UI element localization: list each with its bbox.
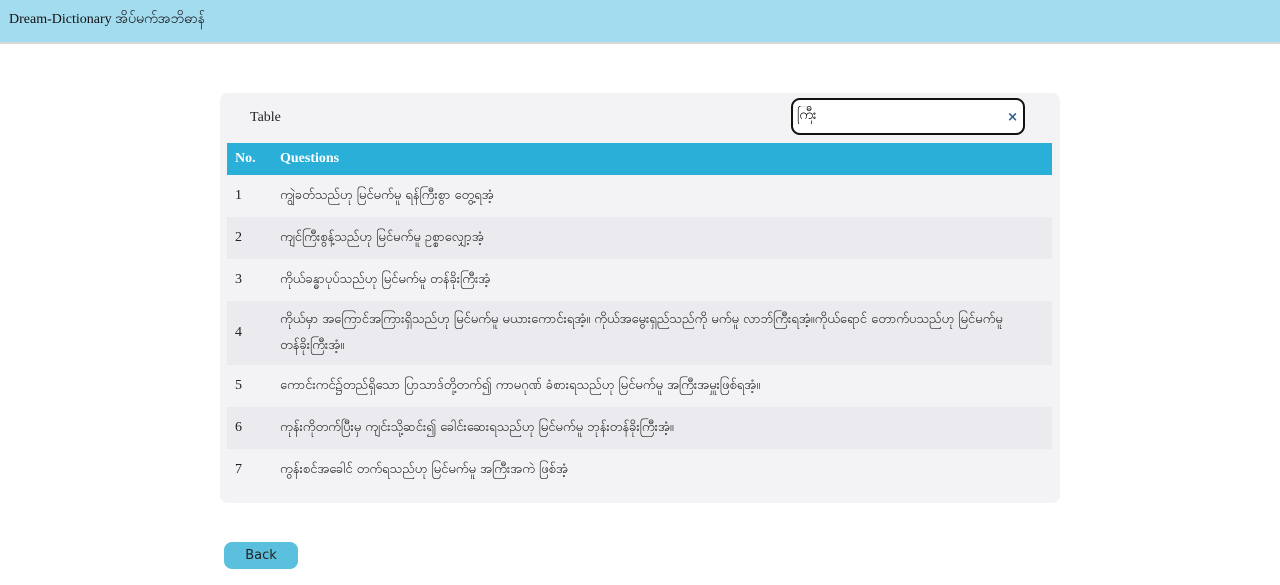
row-number: 5	[235, 378, 242, 393]
row-number: 3	[235, 272, 242, 287]
clear-icon[interactable]: ×	[1007, 110, 1018, 125]
search-box[interactable]: ×	[791, 98, 1025, 135]
row-number: 2	[227, 217, 280, 259]
row-number: 4	[227, 301, 280, 365]
questions-table: No. Questions 1 ကျွဲခတ်သည်ဟု မြင်မက်မူ ရန…	[227, 143, 1052, 491]
table-row[interactable]: 2 ကျင်ကြီးစွန့်သည်ဟု မြင်မက်မူ ဥစ္စာလျှော…	[227, 217, 1052, 259]
row-number: 6	[227, 407, 280, 449]
row-question[interactable]: ကွန်းစင်အခေါင် တက်ရသည်ဟု မြင်မက်မူ အကြီး…	[280, 449, 1052, 491]
column-header-questions: Questions	[280, 143, 1052, 175]
search-input[interactable]	[795, 106, 999, 124]
table-row[interactable]: 6 ကုန်းကိုတက်ပြီးမှ ကျင်းသို့ဆင်း၍ ခေါင်း…	[227, 407, 1052, 449]
row-question[interactable]: ကောင်းကင်၌တည်ရှိသော ပြာသာဒ်တို့တက်၍ ကာမဂ…	[280, 365, 1052, 407]
row-question[interactable]: ကျင်ကြီးစွန့်သည်ဟု မြင်မက်မူ ဥစ္စာလျှော့…	[280, 217, 1052, 259]
app-title: Dream-Dictionary အိပ်မက်အဘိဓာန်	[9, 12, 205, 27]
table-row[interactable]: 7 ကွန်းစင်အခေါင် တက်ရသည်ဟု မြင်မက်မူ အကြီ…	[227, 449, 1052, 491]
row-number: 1	[235, 188, 242, 203]
card-title: Table	[250, 110, 281, 125]
row-number: 7	[235, 462, 242, 477]
column-header-no: No.	[227, 143, 280, 175]
table-row[interactable]: 1 ကျွဲခတ်သည်ဟု မြင်မက်မူ ရန်ကြီးစွာ တွေ့ရ…	[227, 175, 1052, 217]
table-row[interactable]: 3 ကိုယ်ခန္ဓာပုပ်သည်ဟု မြင်မက်မူ တန်ခိုးကြ…	[227, 259, 1052, 301]
table-card: Table × No. Questions 1 ကျွဲခတ်သည်ဟု မြင်…	[220, 93, 1060, 503]
top-bar: Dream-Dictionary အိပ်မက်အဘိဓာန်	[0, 0, 1280, 44]
table-header: No. Questions	[227, 143, 1052, 175]
table-row[interactable]: 5 ကောင်းကင်၌တည်ရှိသော ပြာသာဒ်တို့တက်၍ ကာမ…	[227, 365, 1052, 407]
table-row[interactable]: 4 ကိုယ်မှာ အကြောင်အကြားရှိသည်ဟု မြင်မက်မူ…	[227, 301, 1052, 365]
row-question[interactable]: ကိုယ်ခန္ဓာပုပ်သည်ဟု မြင်မက်မူ တန်ခိုးကြီ…	[280, 259, 1052, 301]
row-question[interactable]: ကုန်းကိုတက်ပြီးမှ ကျင်းသို့ဆင်း၍ ခေါင်းဆ…	[280, 407, 1052, 449]
row-question[interactable]: ကိုယ်မှာ အကြောင်အကြားရှိသည်ဟု မြင်မက်မူ …	[280, 301, 1052, 365]
back-button[interactable]: Back	[224, 542, 298, 569]
row-question[interactable]: ကျွဲခတ်သည်ဟု မြင်မက်မူ ရန်ကြီးစွာ တွေ့ရအ…	[280, 175, 1052, 217]
